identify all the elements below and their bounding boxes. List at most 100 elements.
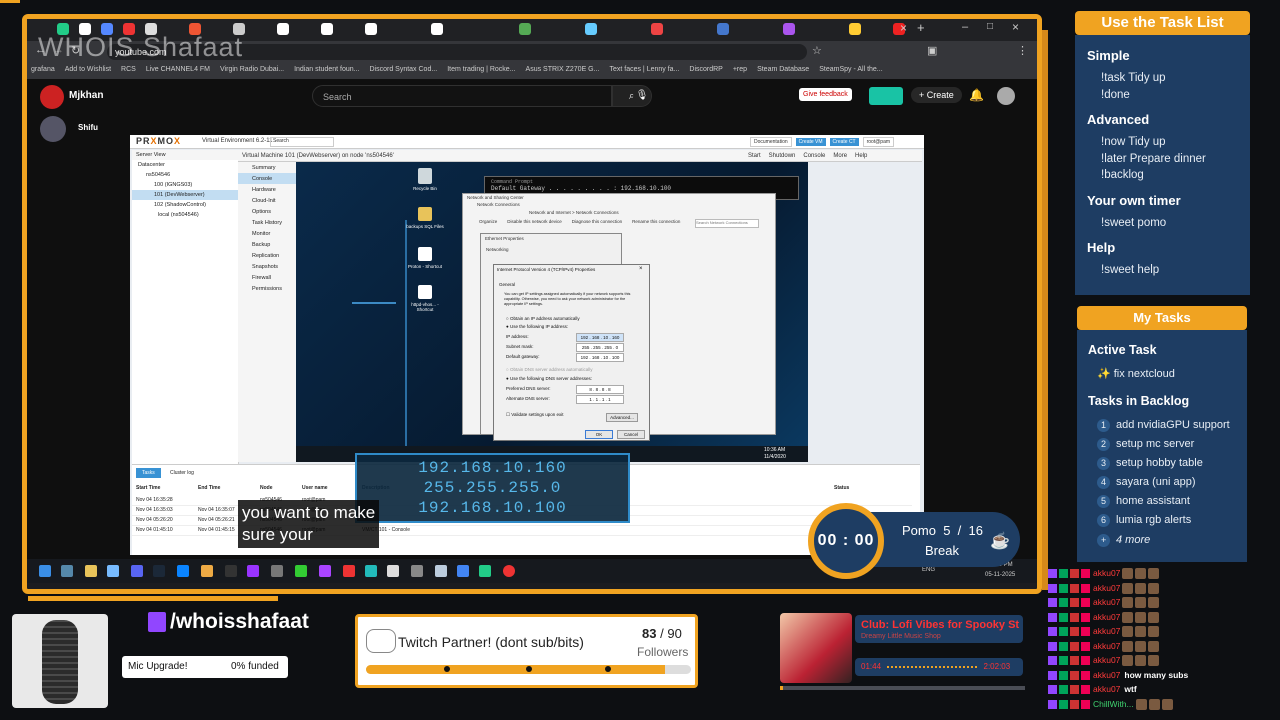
bookmark-item[interactable]: DiscordRP: [689, 66, 722, 73]
chat-username[interactable]: akku07: [1093, 641, 1120, 651]
tab-favicon[interactable]: [431, 23, 443, 35]
tab-favicon[interactable]: [849, 23, 861, 35]
maximize-icon[interactable]: □: [987, 21, 993, 32]
chat-username[interactable]: akku07: [1093, 583, 1120, 593]
vm-menu-item[interactable]: Hardware: [238, 184, 296, 195]
vm-menu-item[interactable]: Console: [238, 173, 296, 184]
tab-cluster-log[interactable]: Cluster log: [166, 468, 198, 478]
vm-action-button[interactable]: Shutdown: [769, 150, 796, 162]
default-gateway-input[interactable]: 192 . 168 . 10 . 100: [576, 353, 624, 362]
taskbar-app-icon[interactable]: [225, 565, 237, 577]
recycle-bin-icon[interactable]: [418, 168, 432, 184]
tree-node[interactable]: ns504546: [132, 170, 238, 180]
netconn-search[interactable]: Search Network Connections: [695, 219, 759, 228]
advanced-button[interactable]: Advanced...: [606, 413, 638, 422]
taskbar-app-icon[interactable]: [457, 565, 469, 577]
vm-action-button[interactable]: Help: [855, 150, 867, 162]
tree-node[interactable]: Datacenter: [132, 160, 238, 170]
taskbar-app-icon[interactable]: [61, 565, 73, 577]
new-tab-icon[interactable]: +: [917, 20, 925, 35]
language-indicator[interactable]: ENG: [922, 567, 935, 573]
obtain-dns-auto-radio[interactable]: ○ Obtain DNS server address automaticall…: [506, 367, 593, 372]
taskbar-app-icon[interactable]: [271, 565, 283, 577]
vm-action-button[interactable]: Console: [803, 150, 825, 162]
vm-menu-item[interactable]: Options: [238, 206, 296, 217]
task-column-header[interactable]: Status: [834, 485, 849, 491]
vm-menu-item[interactable]: Summary: [238, 162, 296, 173]
host-date[interactable]: 05-11-2025: [985, 572, 1015, 578]
bookmark-item[interactable]: Discord Syntax Cod...: [369, 66, 437, 73]
taskbar-app-icon[interactable]: [201, 565, 213, 577]
tree-node[interactable]: 101 (DevWebserver): [132, 190, 238, 200]
chat-username[interactable]: akku07: [1093, 670, 1120, 680]
eth-tab[interactable]: Networking: [481, 243, 621, 256]
vm-menu-item[interactable]: Snapshots: [238, 261, 296, 272]
tree-node[interactable]: local (ns504546): [132, 210, 238, 220]
bookmark-item[interactable]: Text faces | Lenny fa...: [609, 66, 679, 73]
bookmark-star-icon[interactable]: ☆: [812, 44, 822, 57]
bookmark-item[interactable]: Steam Database: [757, 66, 809, 73]
proxmox-header-button[interactable]: root@pam: [862, 137, 895, 147]
ok-button[interactable]: OK: [585, 430, 613, 439]
menu-dots-icon[interactable]: ⋮: [1017, 44, 1028, 57]
channel-avatar[interactable]: [40, 85, 64, 109]
live-badge[interactable]: [869, 87, 903, 105]
taskbar-app-icon[interactable]: [411, 565, 423, 577]
profile-avatar[interactable]: [997, 87, 1015, 105]
netconn-toolbar-button[interactable]: Diagnose this connection: [572, 219, 622, 224]
tab-tasks[interactable]: Tasks: [136, 468, 161, 478]
dialog-close-icon[interactable]: ×: [639, 266, 643, 272]
vm-action-button[interactable]: Start: [748, 150, 761, 162]
tree-node[interactable]: 102 (ShadowControl): [132, 200, 238, 210]
validate-checkbox[interactable]: ☐ Validate settings upon exit: [506, 412, 564, 418]
channel-name[interactable]: Mjkhan: [69, 90, 103, 101]
vm-menu-item[interactable]: Firewall: [238, 272, 296, 283]
chat-username[interactable]: akku07: [1093, 626, 1120, 636]
taskbar-app-icon[interactable]: [295, 565, 307, 577]
taskbar-app-icon[interactable]: [435, 565, 447, 577]
ipv4-tab[interactable]: General: [499, 282, 515, 287]
tab-favicon[interactable]: [717, 23, 729, 35]
server-view[interactable]: Server View: [132, 150, 238, 160]
taskbar-app-icon[interactable]: [503, 565, 515, 577]
mic-icon[interactable]: 🎙: [633, 87, 651, 105]
chat-username[interactable]: akku07: [1093, 597, 1120, 607]
search-input[interactable]: Search: [312, 85, 612, 107]
bookmark-item[interactable]: Add to Wishlist: [65, 66, 111, 73]
chat-username[interactable]: akku07: [1093, 568, 1120, 578]
vm-menu-item[interactable]: Cloud-Init: [238, 195, 296, 206]
obtain-ip-auto-radio[interactable]: ○ Obtain an IP address automatically: [506, 316, 580, 321]
taskbar-app-icon[interactable]: [107, 565, 119, 577]
use-following-ip-radio[interactable]: ● Use the following IP address:: [506, 324, 568, 329]
tab-favicon[interactable]: [365, 23, 377, 35]
tab-favicon[interactable]: [321, 23, 333, 35]
shortcut-icon[interactable]: [418, 247, 432, 261]
start-icon[interactable]: [39, 565, 51, 577]
vm-menu-item[interactable]: Backup: [238, 239, 296, 250]
tab-favicon[interactable]: [519, 23, 531, 35]
task-column-header[interactable]: Start Time: [136, 485, 160, 491]
task-column-header[interactable]: Node: [260, 485, 273, 491]
taskbar-app-icon[interactable]: [343, 565, 355, 577]
vm-menu-item[interactable]: Monitor: [238, 228, 296, 239]
netconn-toolbar-button[interactable]: Disable this network device: [507, 219, 562, 224]
cancel-button[interactable]: Cancel: [617, 430, 645, 439]
vm-action-button[interactable]: More: [833, 150, 847, 162]
chat-username[interactable]: akku07: [1093, 612, 1120, 622]
vm-menu-item[interactable]: Replication: [238, 250, 296, 261]
taskbar-app-icon[interactable]: [387, 565, 399, 577]
create-button[interactable]: + Create: [911, 87, 962, 103]
task-column-header[interactable]: End Time: [198, 485, 220, 491]
minimize-icon[interactable]: –: [962, 21, 968, 33]
netconn-toolbar-button[interactable]: Organize: [479, 219, 497, 224]
notifications-icon[interactable]: 🔔: [969, 88, 984, 102]
taskbar-app-icon[interactable]: [153, 565, 165, 577]
tab-favicon[interactable]: [651, 23, 663, 35]
subnet-mask-input[interactable]: 255 . 255 . 255 . 0: [576, 343, 624, 352]
bookmark-item[interactable]: +rep: [733, 66, 747, 73]
taskbar-app-icon[interactable]: [177, 565, 189, 577]
taskbar-app-icon[interactable]: [131, 565, 143, 577]
taskbar-app-icon[interactable]: [479, 565, 491, 577]
bookmark-item[interactable]: Live CHANNEL4 FM: [146, 66, 210, 73]
more-tasks[interactable]: +4 more: [1097, 534, 1150, 547]
